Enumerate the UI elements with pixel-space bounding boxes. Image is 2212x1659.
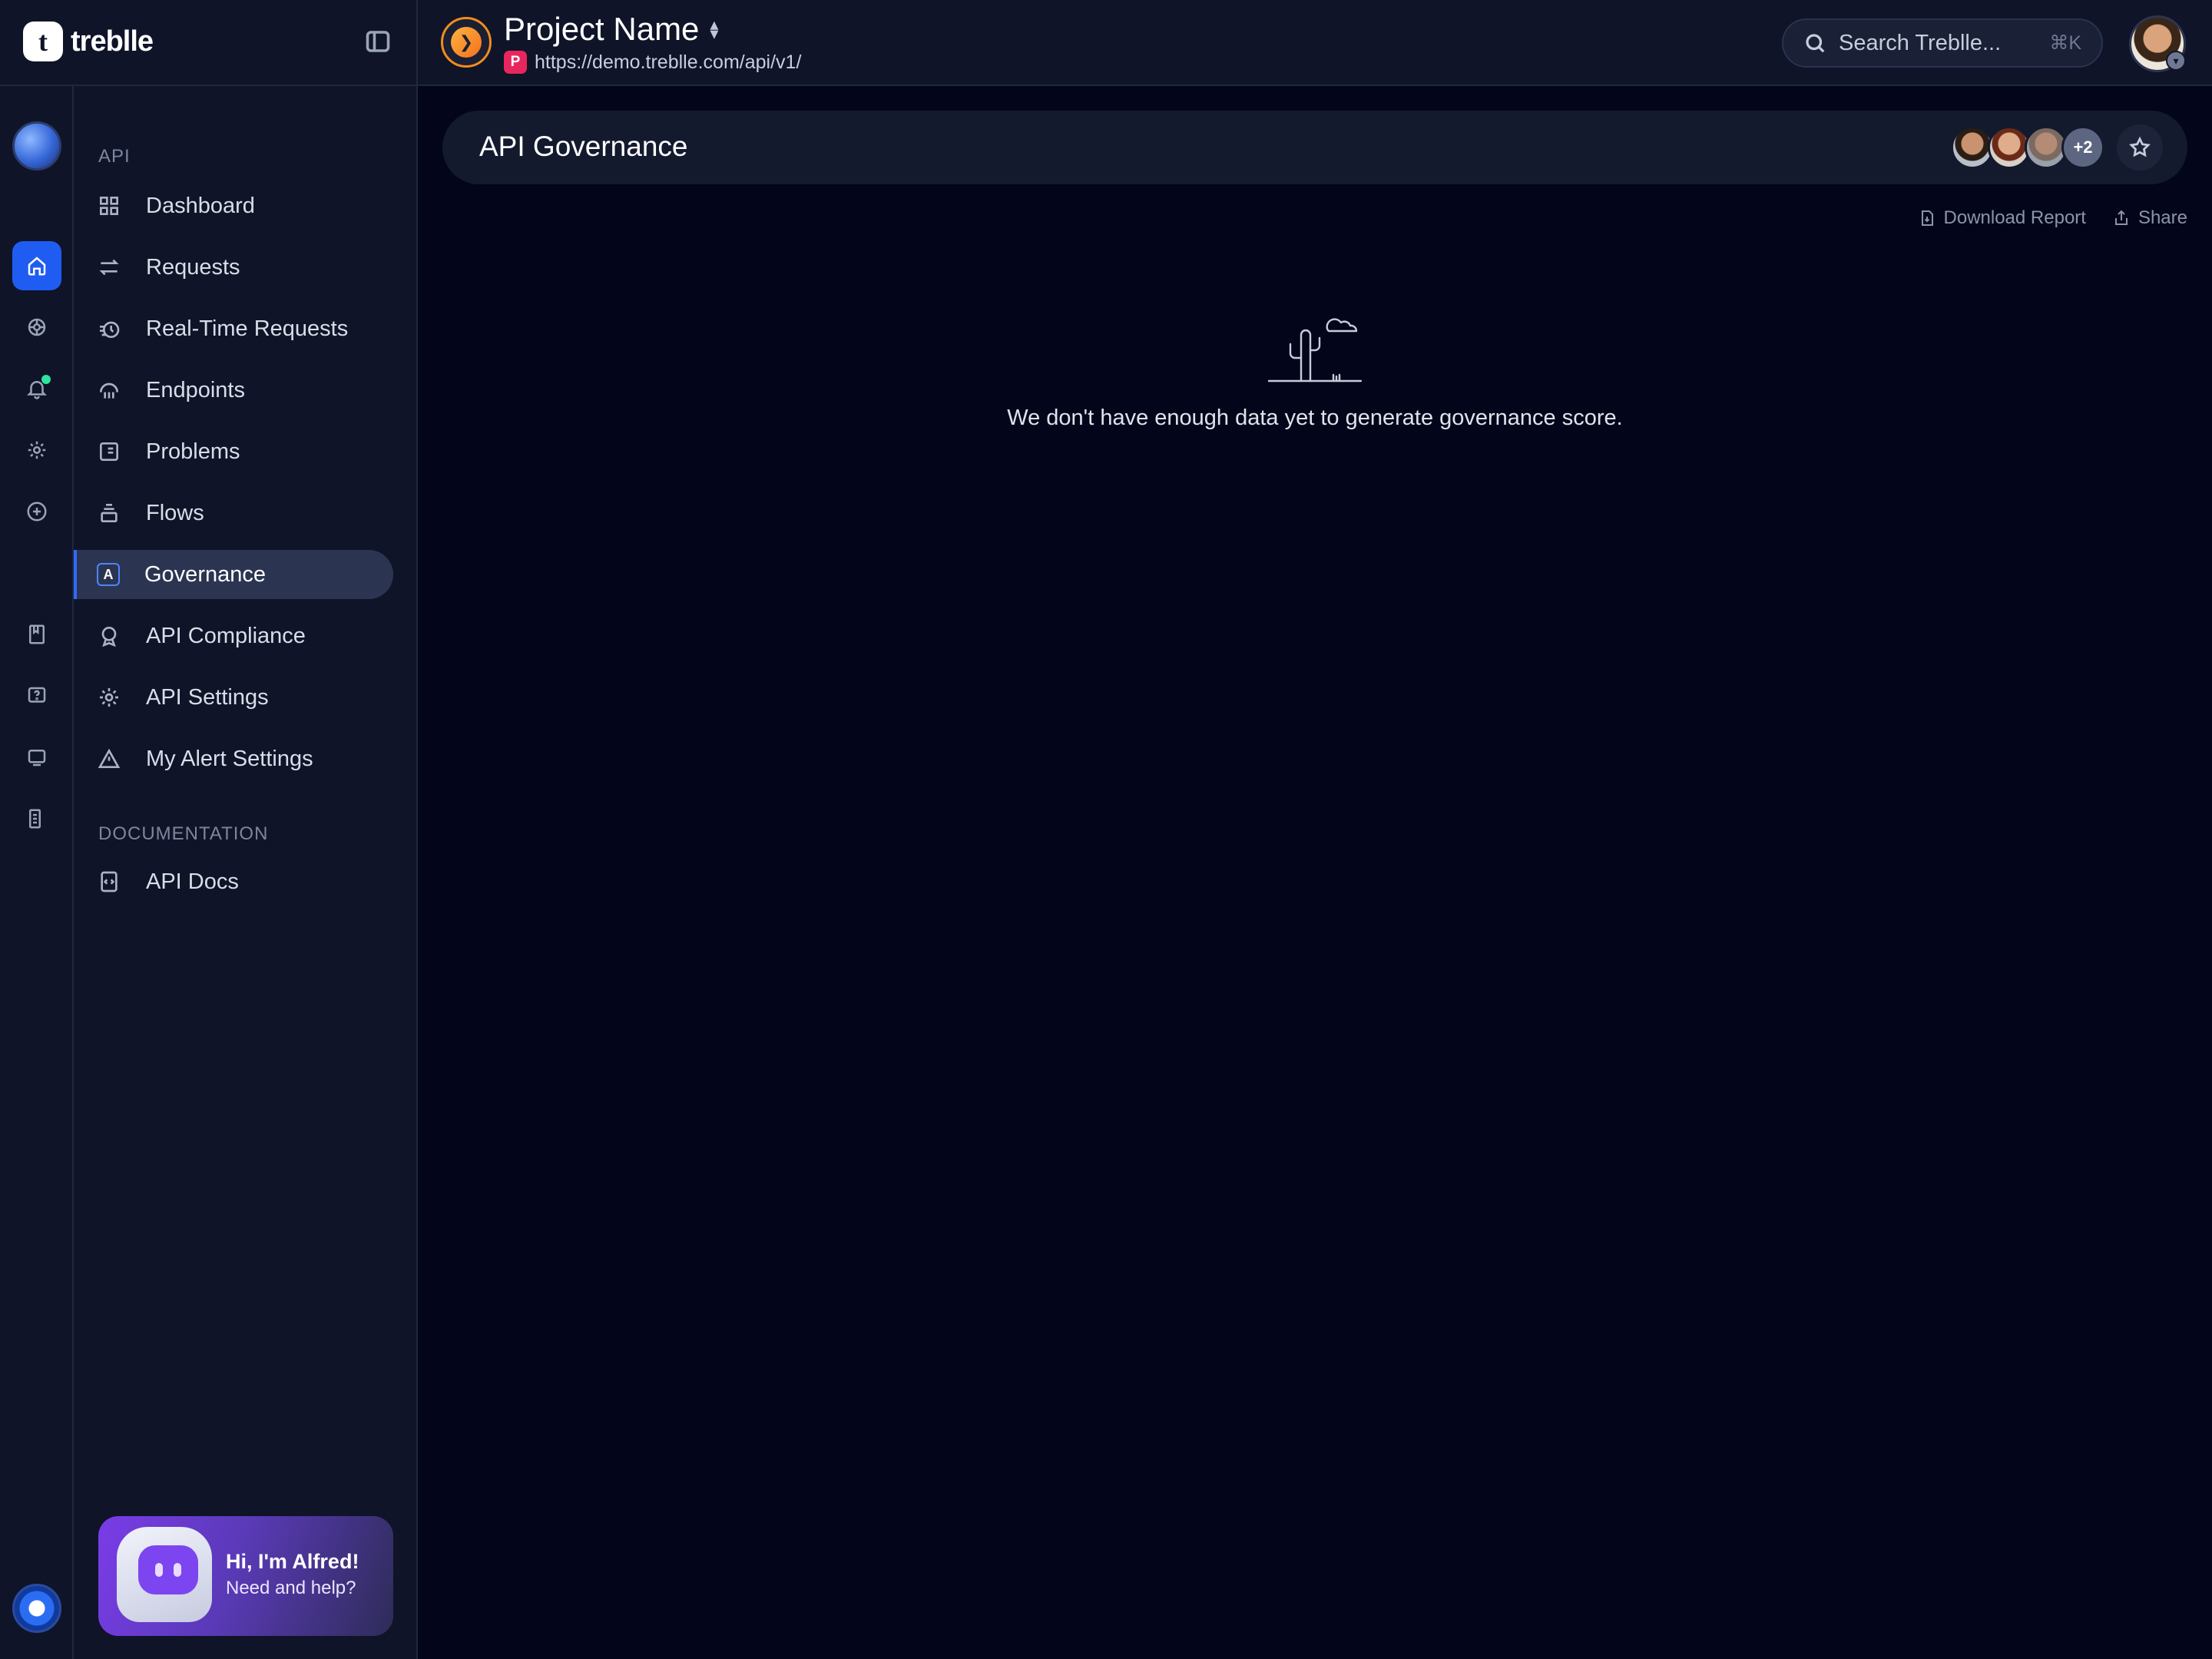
stack-icon bbox=[101, 504, 118, 522]
brain-icon bbox=[28, 318, 46, 336]
rail-help-button[interactable] bbox=[12, 671, 61, 720]
plus-circle-icon bbox=[27, 502, 47, 522]
search-shortcut: ⌘K bbox=[2049, 32, 2081, 54]
section-label-documentation: DOCUMENTATION bbox=[98, 823, 269, 844]
nav-sidebar: API Dashboard Requests Real-Time Request… bbox=[74, 86, 418, 1659]
sidebar-item-label: API Docs bbox=[146, 869, 239, 894]
download-report-label: Download Report bbox=[1943, 207, 2086, 228]
sidebar-item-label: Dashboard bbox=[146, 193, 255, 218]
sidebar-item-label: Real-Time Requests bbox=[146, 316, 349, 341]
sidebar-item-governance[interactable]: A Governance bbox=[74, 550, 393, 599]
share-label: Share bbox=[2137, 207, 2187, 228]
chevron-down-icon[interactable]: ▾ bbox=[2166, 51, 2186, 71]
project-logo[interactable]: ❯ bbox=[441, 17, 492, 68]
notification-dot bbox=[41, 375, 51, 384]
rail-home-button[interactable] bbox=[12, 241, 61, 290]
book-icon bbox=[29, 624, 45, 644]
grid-icon bbox=[100, 196, 118, 215]
sidebar-item-label: API Compliance bbox=[146, 623, 306, 648]
rail-ai-button[interactable] bbox=[12, 303, 61, 352]
page-title: API Governance bbox=[479, 131, 688, 162]
rail-chat-button[interactable] bbox=[12, 733, 61, 782]
sidebar-item-api-settings[interactable]: API Settings bbox=[74, 673, 393, 722]
search-placeholder: Search Treblle... bbox=[1839, 30, 2002, 55]
sidebar-item-label: Endpoints bbox=[146, 377, 245, 402]
arrows-icon bbox=[99, 259, 119, 276]
collaborators-group[interactable]: +2 bbox=[1951, 126, 2104, 169]
search-icon bbox=[1806, 34, 1825, 53]
project-url-row: P https://demo.treblle.com/api/v1/ bbox=[504, 51, 801, 74]
page-actions: Download Report Share bbox=[1918, 207, 2187, 229]
page-header: API Governance +2 bbox=[442, 111, 2187, 184]
alfred-subtitle: Need and help? bbox=[226, 1578, 356, 1598]
cactus-empty-state-icon bbox=[1267, 307, 1363, 387]
rail-apps-button[interactable] bbox=[12, 794, 61, 843]
rail-docs-button[interactable] bbox=[12, 610, 61, 659]
sidebar-item-label: API Settings bbox=[146, 684, 269, 710]
apps-icon bbox=[29, 809, 43, 829]
help-icon bbox=[28, 687, 46, 703]
project-url[interactable]: https://demo.treblle.com/api/v1/ bbox=[535, 51, 801, 74]
header-divider bbox=[416, 0, 418, 86]
sort-caret-icon: ▴ ▾ bbox=[710, 15, 719, 43]
code-doc-icon bbox=[101, 871, 118, 892]
project-badge: P bbox=[504, 51, 527, 74]
favorite-button[interactable] bbox=[2117, 124, 2163, 171]
alfred-robot-icon bbox=[117, 1527, 212, 1622]
badge-icon bbox=[101, 627, 117, 647]
empty-state-message: We don't have enough data yet to generat… bbox=[1007, 406, 1623, 430]
brand-logo[interactable]: t treblle bbox=[23, 22, 154, 61]
sidebar-item-my-alert-settings[interactable]: My Alert Settings bbox=[74, 734, 393, 783]
rail-add-button[interactable] bbox=[12, 487, 61, 536]
top-header: t treblle ❯ Project Name ▴ ▾ P https://de… bbox=[0, 0, 2212, 86]
project-name: Project Name bbox=[504, 11, 700, 47]
sidebar-item-label: Problems bbox=[146, 439, 240, 464]
alfred-title: Hi, I'm Alfred! bbox=[226, 1550, 359, 1573]
project-switcher[interactable]: Project Name ▴ ▾ bbox=[504, 11, 718, 48]
icon-rail bbox=[0, 86, 74, 1659]
realtime-icon bbox=[100, 321, 120, 338]
warning-icon bbox=[98, 748, 121, 768]
share-icon bbox=[2114, 210, 2128, 225]
sidebar-toggle-button[interactable] bbox=[364, 28, 395, 58]
sidebar-item-label: Requests bbox=[146, 254, 240, 280]
star-icon bbox=[2129, 136, 2151, 157]
sidebar-item-flows[interactable]: Flows bbox=[74, 488, 393, 538]
share-button[interactable]: Share bbox=[2112, 207, 2187, 229]
sidebar-item-label: Flows bbox=[146, 500, 204, 525]
gear-icon bbox=[28, 441, 46, 459]
sidebar-item-dashboard[interactable]: Dashboard bbox=[74, 181, 393, 230]
download-report-button[interactable]: Download Report bbox=[1918, 207, 2086, 229]
treblle-logo-icon: t bbox=[23, 22, 63, 61]
endpoints-icon bbox=[100, 382, 118, 399]
sidebar-item-label: Governance bbox=[144, 561, 266, 587]
alfred-help-card[interactable]: Hi, I'm Alfred! Need and help? bbox=[98, 1516, 393, 1636]
section-label-api: API bbox=[98, 146, 131, 167]
list-icon bbox=[100, 442, 118, 461]
brand-name: treblle bbox=[71, 25, 154, 58]
sidebar-item-api-docs[interactable]: API Docs bbox=[74, 857, 393, 906]
workspace-avatar[interactable] bbox=[12, 121, 61, 171]
sidebar-item-real-time-requests[interactable]: Real-Time Requests bbox=[74, 304, 393, 353]
sidebar-toggle-icon bbox=[366, 31, 390, 52]
sidebar-item-api-compliance[interactable]: API Compliance bbox=[74, 611, 393, 661]
chat-icon bbox=[28, 750, 46, 767]
home-icon bbox=[28, 257, 46, 276]
sidebar-item-problems[interactable]: Problems bbox=[74, 427, 393, 476]
collaborators-more-badge[interactable]: +2 bbox=[2061, 126, 2104, 169]
file-download-icon bbox=[1921, 210, 1933, 226]
sidebar-item-label: My Alert Settings bbox=[146, 746, 313, 771]
sidebar-item-requests[interactable]: Requests bbox=[74, 243, 393, 292]
rail-settings-button[interactable] bbox=[12, 426, 61, 475]
alfred-launcher-icon[interactable] bbox=[12, 1584, 61, 1633]
sidebar-item-endpoints[interactable]: Endpoints bbox=[74, 366, 393, 415]
search-bar[interactable]: Search Treblle... ⌘K bbox=[1782, 18, 2103, 68]
project-logo-icon: ❯ bbox=[451, 27, 482, 58]
gear-icon bbox=[100, 688, 118, 707]
rail-notifications-button[interactable] bbox=[12, 364, 61, 413]
governance-icon: A bbox=[97, 563, 120, 586]
